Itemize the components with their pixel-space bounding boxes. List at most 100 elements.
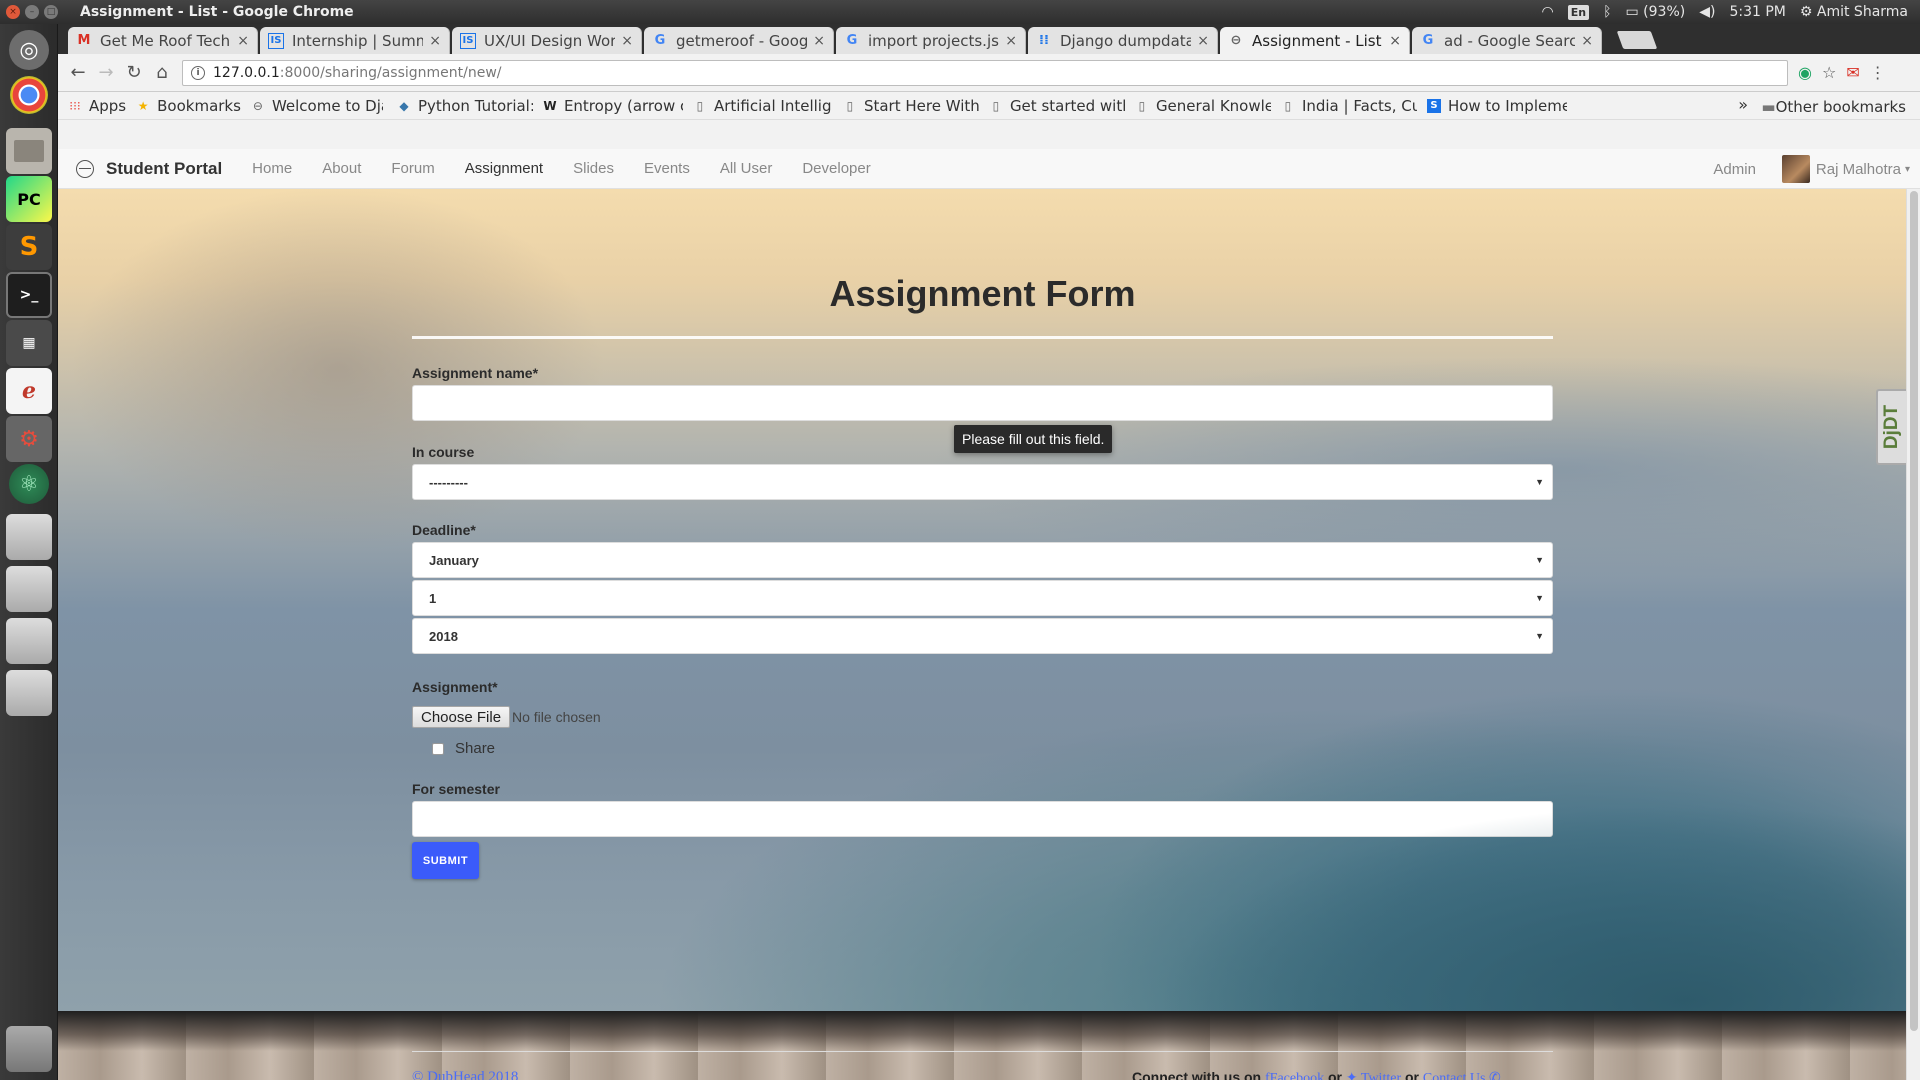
other-bookmarks[interactable]: ▬ Other bookmarks <box>1761 98 1906 116</box>
bookmark-apps[interactable]: ⁝⁝⁝ Apps <box>68 97 126 115</box>
new-tab-button[interactable] <box>1616 31 1658 49</box>
site-info-icon[interactable]: i <box>191 65 205 80</box>
nav-all-user[interactable]: All User <box>720 160 773 177</box>
semester-input[interactable] <box>412 801 1553 837</box>
address-bar[interactable]: i 127.0.0.1:8000/sharing/assignment/new/ <box>182 59 1788 86</box>
drive-icon[interactable] <box>6 566 52 612</box>
page-scrollbar[interactable] <box>1906 189 1920 1080</box>
battery-indicator[interactable]: ▭ (93%) <box>1625 4 1685 20</box>
tab-close-icon[interactable]: × <box>813 33 825 49</box>
sublime-text-icon[interactable]: S <box>6 224 52 270</box>
bookmarks-overflow-button[interactable]: » <box>1738 95 1748 114</box>
google-icon: G <box>654 33 666 48</box>
session-menu[interactable]: ⚙ Amit Sharma <box>1800 4 1908 20</box>
bookmark-item[interactable]: ▯ India | Facts, Cul <box>1281 97 1417 115</box>
course-select[interactable]: --------- ▼ <box>412 464 1553 500</box>
bookmark-folder[interactable]: ★ Bookmarks <box>136 97 241 115</box>
wifi-icon[interactable]: ◠ <box>1542 4 1554 20</box>
forward-arrow-icon[interactable]: → <box>92 59 120 87</box>
nav-admin[interactable]: Admin <box>1713 161 1756 178</box>
tab-close-icon[interactable]: × <box>1389 33 1401 49</box>
workspace-switcher-icon[interactable]: ▦ <box>6 320 52 366</box>
user-menu[interactable]: Raj Malhotra <box>1816 161 1901 178</box>
browser-tab[interactable]: G ad - Google Search × <box>1412 27 1602 54</box>
chrome-icon[interactable] <box>10 76 48 114</box>
facebook-link[interactable]: fFacebook <box>1265 1071 1324 1080</box>
google-icon: G <box>846 33 858 48</box>
tab-close-icon[interactable]: × <box>237 33 249 49</box>
bookmark-item[interactable]: W Entropy (arrow c <box>543 97 683 115</box>
scrollbar-thumb[interactable] <box>1910 191 1918 1031</box>
bookmark-star-icon[interactable]: ☆ <box>1822 63 1836 82</box>
tab-close-icon[interactable]: × <box>1581 33 1593 49</box>
bookmark-item[interactable]: ▯ General Knowle <box>1135 97 1271 115</box>
nav-events[interactable]: Events <box>644 160 690 177</box>
choose-file-button[interactable]: Choose File <box>412 706 511 728</box>
trash-icon[interactable] <box>6 1026 52 1072</box>
keyboard-layout-indicator[interactable]: En <box>1567 4 1590 20</box>
volume-icon[interactable]: ◀) <box>1699 4 1715 20</box>
bookmark-item[interactable]: ▯ Start Here With <box>843 97 979 115</box>
copyright-link[interactable]: © DubHead 2018 <box>412 1069 518 1080</box>
home-icon[interactable]: ⌂ <box>148 59 176 87</box>
assignment-name-input[interactable] <box>412 385 1553 421</box>
browser-tab[interactable]: M Get Me Roof Tech A × <box>68 27 258 54</box>
bookmark-item[interactable]: S How to Impleme <box>1426 97 1567 115</box>
contact-link[interactable]: Contact Us ✆ <box>1423 1071 1501 1080</box>
bookmark-item[interactable]: ◆ Python Tutorial: <box>397 97 533 115</box>
nav-forum[interactable]: Forum <box>391 160 434 177</box>
django-debug-toolbar-handle[interactable]: DjDT <box>1876 389 1906 465</box>
browser-tab[interactable]: G getmeroof - Google × <box>644 27 834 54</box>
nav-slides[interactable]: Slides <box>573 160 614 177</box>
chevron-down-icon: ▼ <box>1535 477 1544 487</box>
tab-close-icon[interactable]: × <box>621 33 633 49</box>
files-icon[interactable] <box>6 128 52 174</box>
browser-tab[interactable]: ⁞⁞ Django dumpdata × <box>1028 27 1218 54</box>
back-arrow-icon[interactable]: ← <box>64 59 92 87</box>
window-maximize-button[interactable]: □ <box>44 5 58 19</box>
drive-icon[interactable] <box>6 514 52 560</box>
caret-down-icon[interactable]: ▾ <box>1905 164 1910 175</box>
nav-about[interactable]: About <box>322 160 361 177</box>
tab-close-icon[interactable]: × <box>1197 33 1209 49</box>
browser-tab[interactable]: IS Internship | Summe × <box>260 27 450 54</box>
window-controls: × – □ <box>6 5 68 19</box>
chrome-menu-icon[interactable]: ⋮ <box>1870 63 1886 82</box>
browser-tab-active[interactable]: ⊖ Assignment - List × <box>1220 27 1410 54</box>
brand-link[interactable]: Student Portal <box>106 159 222 179</box>
terminal-icon[interactable]: >_ <box>6 272 52 318</box>
reload-icon[interactable]: ↻ <box>120 59 148 87</box>
share-label[interactable]: Share <box>455 740 495 757</box>
bluetooth-icon[interactable]: ᛒ <box>1603 4 1611 20</box>
battery-percent: (93%) <box>1643 4 1686 20</box>
bookmark-item[interactable]: ⊖ Welcome to Dja <box>251 97 383 115</box>
bookmark-item[interactable]: ▯ Artificial Intellig <box>693 97 833 115</box>
ubuntu-dash-icon[interactable]: ◎ <box>9 30 49 70</box>
deadline-year-select[interactable]: 2018 ▼ <box>412 618 1553 654</box>
twitter-link[interactable]: ✦ Twitter <box>1346 1071 1401 1080</box>
drive-icon[interactable] <box>6 618 52 664</box>
nav-assignment[interactable]: Assignment <box>465 160 543 177</box>
share-checkbox[interactable] <box>432 743 444 755</box>
pycharm-icon[interactable]: PC <box>6 176 52 222</box>
window-minimize-button[interactable]: – <box>25 5 39 19</box>
drive-icon[interactable] <box>6 670 52 716</box>
window-close-button[interactable]: × <box>6 5 20 19</box>
document-viewer-icon[interactable]: ℯ <box>6 368 52 414</box>
atom-icon[interactable]: ⚛ <box>9 464 49 504</box>
nav-home[interactable]: Home <box>252 160 292 177</box>
system-settings-icon[interactable]: ⚙ <box>6 416 52 462</box>
nav-developer[interactable]: Developer <box>802 160 870 177</box>
grammarly-icon[interactable]: ◉ <box>1798 63 1812 82</box>
gmail-checker-icon[interactable]: ✉ <box>1846 63 1859 82</box>
bookmark-item[interactable]: ▯ Get started with <box>989 97 1125 115</box>
tab-close-icon[interactable]: × <box>429 33 441 49</box>
avatar[interactable] <box>1781 155 1810 183</box>
submit-button[interactable]: SUBMIT <box>412 842 479 879</box>
deadline-month-select[interactable]: January ▼ <box>412 542 1553 578</box>
clock[interactable]: 5:31 PM <box>1729 4 1785 20</box>
tab-close-icon[interactable]: × <box>1005 33 1017 49</box>
browser-tab[interactable]: G import projects.jso × <box>836 27 1026 54</box>
browser-tab[interactable]: IS UX/UI Design Work × <box>452 27 642 54</box>
deadline-day-select[interactable]: 1 ▼ <box>412 580 1553 616</box>
